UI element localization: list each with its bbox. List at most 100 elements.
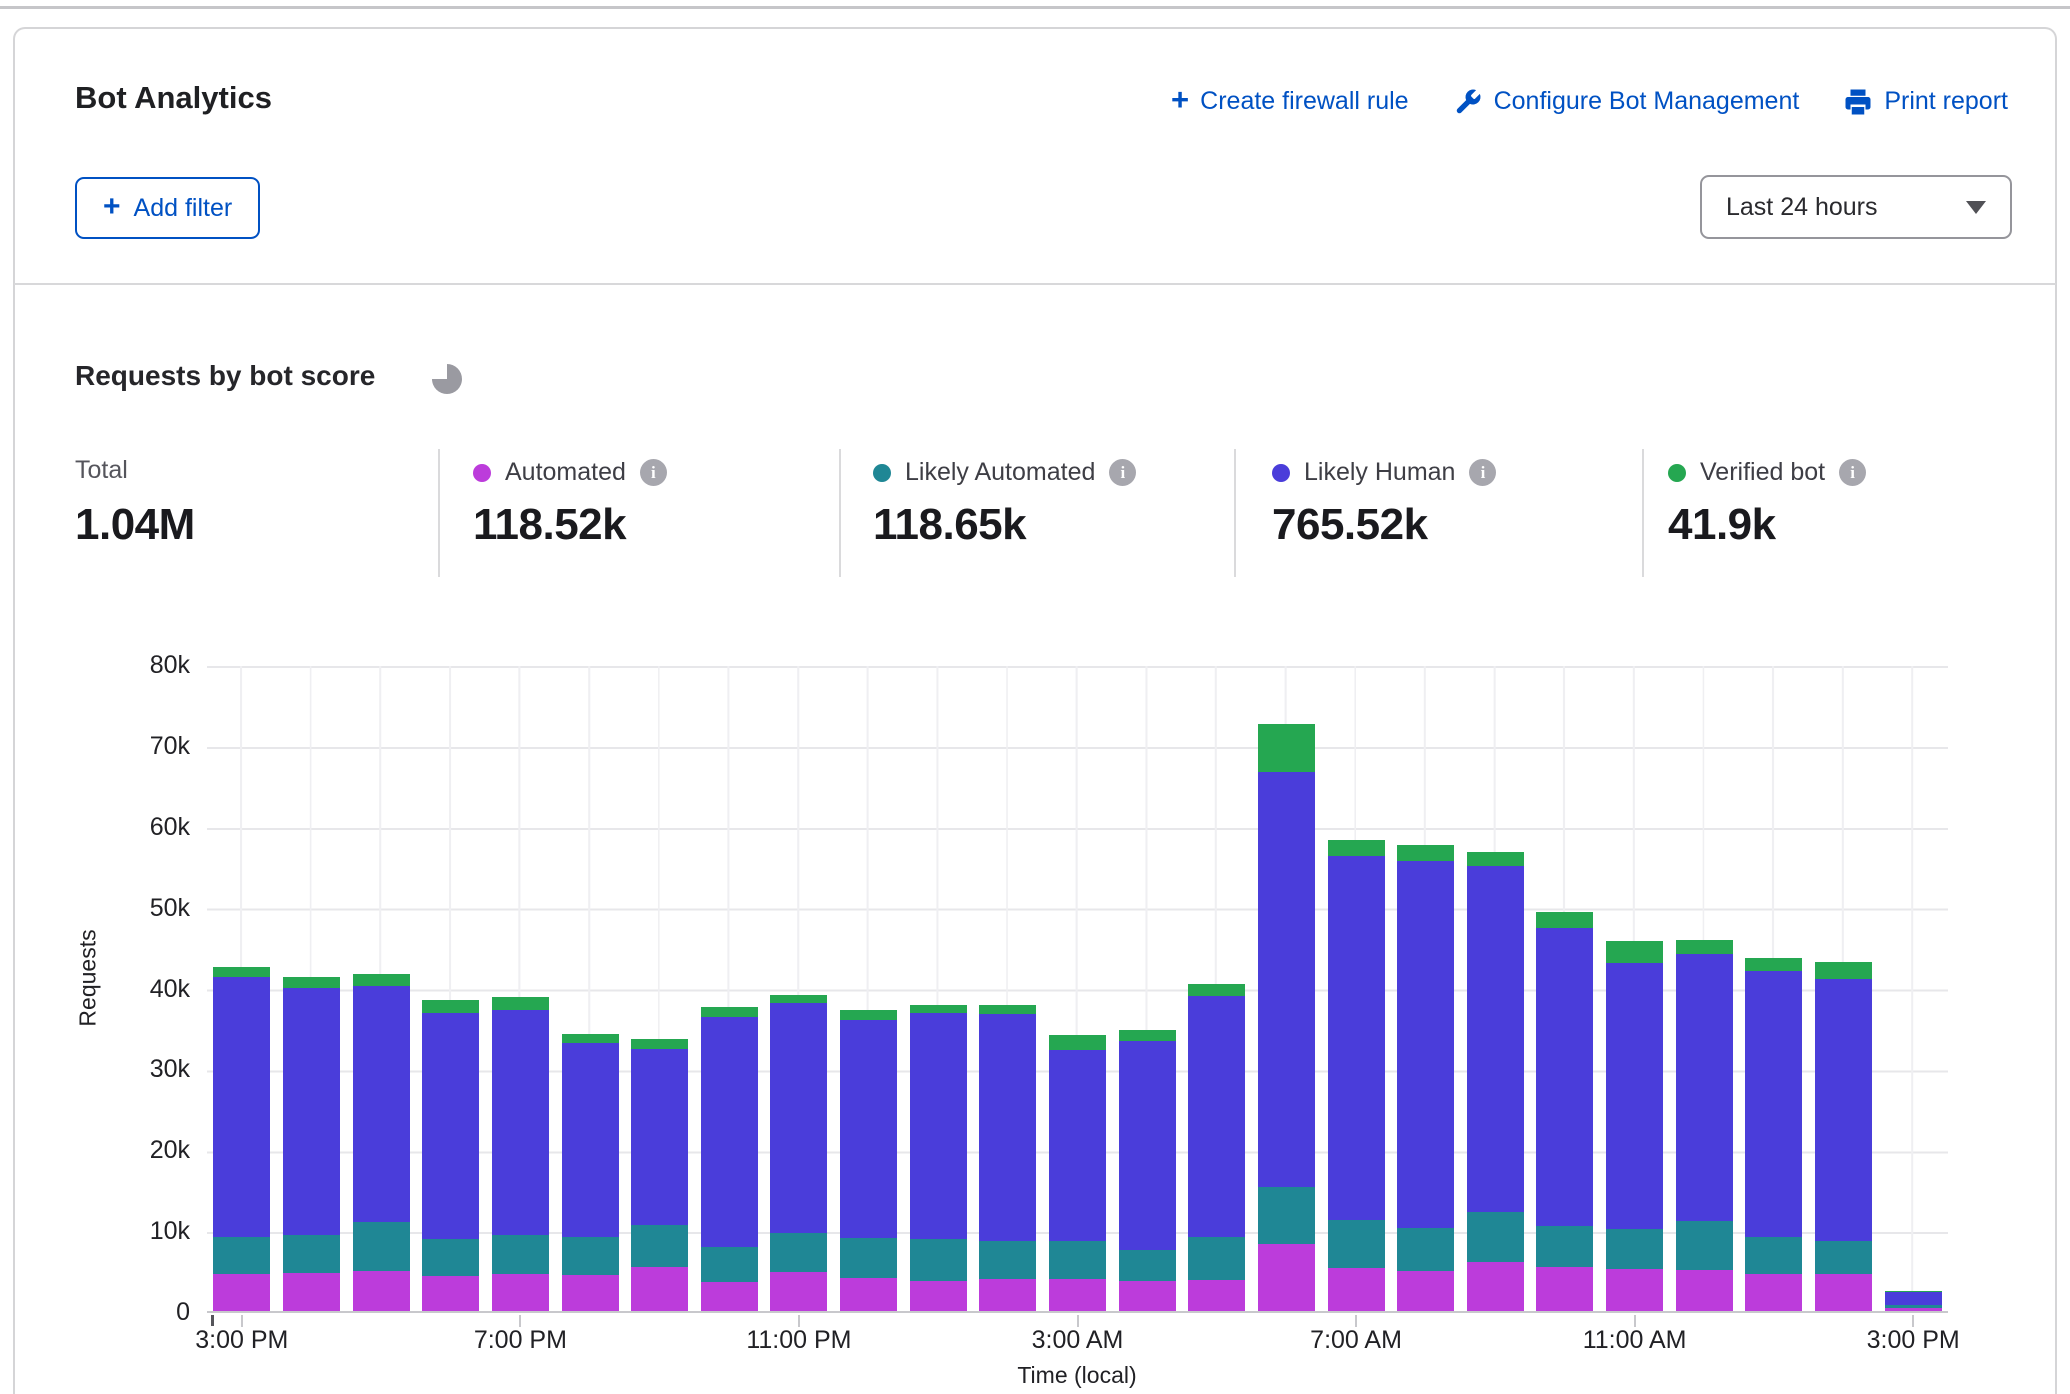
bar-segment-likely-human[interactable] bbox=[562, 1043, 619, 1238]
chart-bar-6:00 PM[interactable] bbox=[422, 1000, 479, 1311]
chart-bar-12:00 PM[interactable] bbox=[1676, 940, 1733, 1311]
bar-segment-automated[interactable] bbox=[283, 1273, 340, 1311]
bar-segment-automated[interactable] bbox=[840, 1278, 897, 1311]
bar-segment-automated[interactable] bbox=[1606, 1269, 1663, 1311]
chart-bar-3:00 PM[interactable] bbox=[213, 967, 270, 1311]
chart-bar-1:00 AM[interactable] bbox=[910, 1005, 967, 1311]
bar-segment-automated[interactable] bbox=[1119, 1281, 1176, 1311]
bar-segment-likely-human[interactable] bbox=[1467, 866, 1524, 1212]
chart-bar-3:00 AM[interactable] bbox=[1049, 1035, 1106, 1311]
bar-segment-likely-human[interactable] bbox=[353, 986, 410, 1222]
bar-segment-verified-bot[interactable] bbox=[1745, 958, 1802, 971]
bar-segment-likely-human[interactable] bbox=[979, 1014, 1036, 1240]
bar-segment-likely-automated[interactable] bbox=[1606, 1229, 1663, 1269]
time-range-select[interactable]: Last 24 hours bbox=[1700, 175, 2012, 239]
chart-bar-2:00 PM[interactable] bbox=[1815, 962, 1872, 1311]
bar-segment-likely-automated[interactable] bbox=[1815, 1241, 1872, 1273]
bar-segment-likely-automated[interactable] bbox=[1536, 1226, 1593, 1266]
bar-segment-likely-automated[interactable] bbox=[283, 1235, 340, 1273]
bar-segment-likely-human[interactable] bbox=[1815, 979, 1872, 1242]
info-icon[interactable]: i bbox=[640, 459, 667, 486]
bar-segment-verified-bot[interactable] bbox=[1188, 984, 1245, 995]
bar-segment-automated[interactable] bbox=[1676, 1270, 1733, 1311]
bar-segment-likely-human[interactable] bbox=[422, 1013, 479, 1239]
bar-segment-likely-human[interactable] bbox=[1328, 856, 1385, 1220]
bar-segment-likely-human[interactable] bbox=[213, 977, 270, 1237]
chart-bar-11:00 PM[interactable] bbox=[770, 995, 827, 1311]
bar-segment-likely-automated[interactable] bbox=[979, 1241, 1036, 1280]
bar-segment-automated[interactable] bbox=[422, 1276, 479, 1311]
bar-segment-automated[interactable] bbox=[213, 1274, 270, 1311]
info-icon[interactable]: i bbox=[1109, 459, 1136, 486]
bar-segment-automated[interactable] bbox=[1188, 1280, 1245, 1311]
bar-segment-likely-human[interactable] bbox=[910, 1013, 967, 1239]
bar-segment-automated[interactable] bbox=[1397, 1271, 1454, 1311]
bar-segment-automated[interactable] bbox=[1885, 1308, 1942, 1311]
bar-segment-verified-bot[interactable] bbox=[1119, 1030, 1176, 1041]
bar-segment-likely-human[interactable] bbox=[492, 1010, 549, 1235]
bar-segment-likely-human[interactable] bbox=[1119, 1041, 1176, 1250]
bar-segment-likely-automated[interactable] bbox=[910, 1239, 967, 1281]
bar-segment-verified-bot[interactable] bbox=[1049, 1035, 1106, 1050]
bar-segment-likely-human[interactable] bbox=[1676, 954, 1733, 1221]
bar-segment-automated[interactable] bbox=[492, 1274, 549, 1311]
bar-segment-likely-human[interactable] bbox=[1745, 971, 1802, 1237]
bar-segment-verified-bot[interactable] bbox=[840, 1010, 897, 1020]
bar-segment-likely-automated[interactable] bbox=[1397, 1228, 1454, 1272]
bar-segment-likely-automated[interactable] bbox=[492, 1235, 549, 1274]
chart-bar-4:00 AM[interactable] bbox=[1119, 1030, 1176, 1311]
bar-segment-verified-bot[interactable] bbox=[283, 977, 340, 988]
chart-bar-9:00 AM[interactable] bbox=[1467, 852, 1524, 1311]
bar-segment-likely-automated[interactable] bbox=[422, 1239, 479, 1276]
chart-bar-7:00 PM[interactable] bbox=[492, 997, 549, 1311]
bar-segment-automated[interactable] bbox=[1536, 1267, 1593, 1311]
bar-segment-automated[interactable] bbox=[631, 1267, 688, 1311]
bar-segment-likely-human[interactable] bbox=[1188, 996, 1245, 1237]
bar-segment-automated[interactable] bbox=[1815, 1274, 1872, 1311]
bar-segment-likely-automated[interactable] bbox=[1467, 1212, 1524, 1262]
bar-segment-automated[interactable] bbox=[562, 1275, 619, 1311]
bar-segment-likely-automated[interactable] bbox=[1119, 1250, 1176, 1282]
bar-segment-automated[interactable] bbox=[701, 1282, 758, 1311]
bar-segment-verified-bot[interactable] bbox=[1536, 912, 1593, 927]
chart-bar-10:00 PM[interactable] bbox=[701, 1007, 758, 1311]
bar-segment-likely-human[interactable] bbox=[1606, 963, 1663, 1229]
bar-segment-likely-automated[interactable] bbox=[353, 1222, 410, 1271]
bar-segment-likely-automated[interactable] bbox=[701, 1247, 758, 1282]
chart-bar-3:00 PM[interactable] bbox=[1885, 1291, 1942, 1311]
configure-bot-management-link[interactable]: Configure Bot Management bbox=[1453, 87, 1800, 117]
bar-segment-likely-automated[interactable] bbox=[1188, 1237, 1245, 1281]
add-filter-button[interactable]: + Add filter bbox=[75, 177, 260, 239]
bar-segment-verified-bot[interactable] bbox=[1258, 724, 1315, 772]
bar-segment-verified-bot[interactable] bbox=[1815, 962, 1872, 979]
chart-bar-12:00 AM[interactable] bbox=[840, 1010, 897, 1311]
bar-segment-likely-human[interactable] bbox=[840, 1020, 897, 1238]
bar-segment-verified-bot[interactable] bbox=[979, 1005, 1036, 1015]
bar-segment-automated[interactable] bbox=[1745, 1274, 1802, 1311]
chart-bar-2:00 AM[interactable] bbox=[979, 1005, 1036, 1311]
bar-segment-likely-automated[interactable] bbox=[213, 1237, 270, 1274]
bar-segment-verified-bot[interactable] bbox=[1397, 845, 1454, 860]
chart-bar-4:00 PM[interactable] bbox=[283, 977, 340, 1311]
bar-segment-verified-bot[interactable] bbox=[353, 974, 410, 986]
bar-segment-automated[interactable] bbox=[353, 1271, 410, 1311]
chart-bar-11:00 AM[interactable] bbox=[1606, 941, 1663, 1311]
bar-segment-verified-bot[interactable] bbox=[910, 1005, 967, 1013]
bar-segment-likely-automated[interactable] bbox=[1328, 1220, 1385, 1269]
bar-segment-likely-automated[interactable] bbox=[770, 1233, 827, 1273]
print-report-link[interactable]: Print report bbox=[1843, 87, 2008, 117]
bar-segment-likely-human[interactable] bbox=[1885, 1292, 1942, 1306]
bar-segment-likely-human[interactable] bbox=[770, 1003, 827, 1233]
bar-segment-verified-bot[interactable] bbox=[1676, 940, 1733, 955]
bar-segment-likely-automated[interactable] bbox=[840, 1238, 897, 1278]
bar-segment-likely-human[interactable] bbox=[1258, 772, 1315, 1188]
bar-segment-likely-automated[interactable] bbox=[1049, 1241, 1106, 1279]
chart-bar-9:00 PM[interactable] bbox=[631, 1039, 688, 1311]
info-icon[interactable]: i bbox=[1469, 459, 1496, 486]
bar-segment-likely-automated[interactable] bbox=[1676, 1221, 1733, 1270]
bar-segment-automated[interactable] bbox=[910, 1281, 967, 1311]
bar-segment-verified-bot[interactable] bbox=[562, 1034, 619, 1043]
bar-segment-verified-bot[interactable] bbox=[1606, 941, 1663, 964]
create-firewall-rule-link[interactable]: + Create firewall rule bbox=[1171, 86, 1409, 117]
chart-bar-5:00 AM[interactable] bbox=[1188, 984, 1245, 1311]
